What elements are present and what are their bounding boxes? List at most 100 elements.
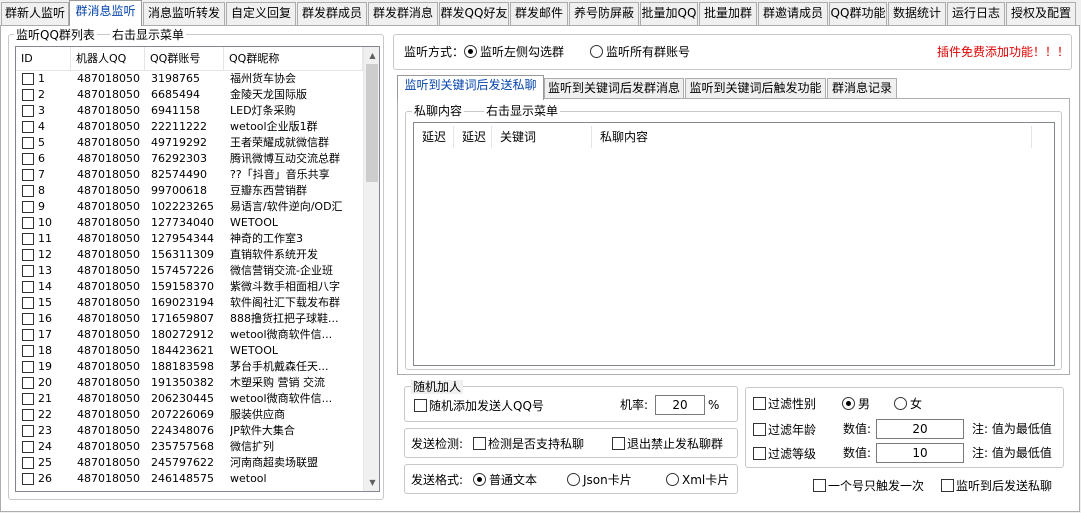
tab-mass-email[interactable]: 群发邮件 [510, 2, 568, 25]
table-row[interactable]: 15 487018050 169023194 软件阁社汇下载发布群 [16, 295, 363, 311]
row-checkbox[interactable] [22, 425, 34, 437]
exit-forbid-label[interactable]: 退出禁止发私聊群 [627, 436, 723, 452]
rate-input[interactable]: 20 [655, 395, 705, 415]
filter-level-checkbox[interactable] [753, 447, 766, 460]
tab-mass-group-messages[interactable]: 群发群消息 [368, 2, 438, 25]
check-support-checkbox[interactable] [473, 437, 486, 450]
table-row[interactable]: 13 487018050 157457226 微信营销交流-企业班 [16, 263, 363, 279]
row-checkbox[interactable] [22, 201, 34, 213]
row-checkbox[interactable] [22, 249, 34, 261]
row-checkbox[interactable] [22, 345, 34, 357]
row-checkbox[interactable] [22, 361, 34, 373]
male-label[interactable]: 男 [858, 396, 870, 412]
col-robot-qq[interactable]: 机器人QQ [71, 47, 145, 71]
tab-qq-group-functions[interactable]: QQ群功能 [829, 2, 887, 25]
row-checkbox[interactable] [22, 121, 34, 133]
tab-custom-reply[interactable]: 自定义回复 [226, 2, 296, 25]
kw-col-delay1[interactable]: 延迟 [414, 126, 454, 148]
male-radio[interactable] [842, 397, 855, 410]
row-checkbox[interactable] [22, 153, 34, 165]
send-after-listen-checkbox[interactable] [941, 479, 954, 492]
table-row[interactable]: 10 487018050 127734040 WETOOL [16, 215, 363, 231]
table-row[interactable]: 3 487018050 6941158 LED灯条采购 [16, 103, 363, 119]
tab-run-log[interactable]: 运行日志 [947, 2, 1005, 25]
filter-level-label[interactable]: 过滤等级 [768, 446, 816, 462]
filter-gender-checkbox[interactable] [753, 397, 766, 410]
scroll-up-arrow-icon[interactable]: ▲ [364, 47, 379, 64]
kw-col-delay2[interactable]: 延迟 [454, 126, 492, 148]
check-support-label[interactable]: 检测是否支持私聊 [488, 436, 584, 452]
col-group-name[interactable]: QQ群昵称 [224, 47, 363, 71]
mode-radio-all[interactable] [590, 45, 603, 58]
row-checkbox[interactable] [22, 217, 34, 229]
table-row[interactable]: 8 487018050 99700618 豆瓣东西营销群 [16, 183, 363, 199]
scroll-thumb[interactable] [366, 64, 378, 182]
mode-option2-label[interactable]: 监听所有群账号 [606, 44, 690, 60]
tab-batch-add-group[interactable]: 批量加群 [699, 2, 757, 25]
level-value-input[interactable]: 10 [876, 443, 964, 463]
table-row[interactable]: 9 487018050 102223265 易语言/软件逆向/OD汇 [16, 199, 363, 215]
table-row[interactable]: 6 487018050 76292303 腾讯微博互动交流总群 [16, 151, 363, 167]
table-row[interactable]: 7 487018050 82574490 ??「抖音」音乐共享 [16, 167, 363, 183]
table-row[interactable]: 20 487018050 191350382 木塑采购 营销 交流 [16, 375, 363, 391]
col-id[interactable]: ID [16, 47, 71, 71]
table-row[interactable]: 12 487018050 156311309 直销软件系统开发 [16, 247, 363, 263]
tab-statistics[interactable]: 数据统计 [888, 2, 946, 25]
format-text-radio[interactable] [473, 473, 486, 486]
format-xml-label[interactable]: Xml卡片 [682, 472, 729, 488]
female-label[interactable]: 女 [910, 396, 922, 412]
inner-tab-private[interactable]: 监听到关键词后发送私聊 [397, 75, 544, 100]
tab-mass-qq-friends[interactable]: 群发QQ好友 [439, 2, 509, 25]
tab-batch-add-qq[interactable]: 批量加QQ [640, 2, 698, 25]
table-row[interactable]: 26 487018050 246148575 wetool [16, 471, 363, 487]
inner-tab-trigger[interactable]: 监听到关键词后触发功能 [685, 78, 826, 99]
age-value-input[interactable]: 20 [876, 419, 964, 439]
row-checkbox[interactable] [22, 297, 34, 309]
table-row[interactable]: 24 487018050 235757568 微信扩列 [16, 439, 363, 455]
table-row[interactable]: 11 487018050 127954344 神奇的工作室3 [16, 231, 363, 247]
list-scrollbar[interactable]: ▲ ▼ [363, 47, 379, 491]
filter-age-label[interactable]: 过滤年龄 [768, 422, 816, 438]
mode-option1-label[interactable]: 监听左侧勾选群 [480, 44, 564, 60]
table-row[interactable]: 16 487018050 171659807 888撸货扛把子球鞋... [16, 311, 363, 327]
row-checkbox[interactable] [22, 281, 34, 293]
row-checkbox[interactable] [22, 73, 34, 85]
row-checkbox[interactable] [22, 409, 34, 421]
row-checkbox[interactable] [22, 457, 34, 469]
mode-radio-selected[interactable] [464, 45, 477, 58]
row-checkbox[interactable] [22, 473, 34, 485]
tab-auth-config[interactable]: 授权及配置 [1006, 2, 1076, 25]
table-row[interactable]: 14 487018050 159158370 紫微斗数手相面相八字 [16, 279, 363, 295]
table-row[interactable]: 23 487018050 224348076 JP软件大集合 [16, 423, 363, 439]
row-checkbox[interactable] [22, 89, 34, 101]
table-row[interactable]: 18 487018050 184423621 WETOOL [16, 343, 363, 359]
format-text-label[interactable]: 普通文本 [489, 472, 537, 488]
row-checkbox[interactable] [22, 137, 34, 149]
scroll-down-arrow-icon[interactable]: ▼ [364, 474, 379, 491]
send-after-listen-label[interactable]: 监听到后发送私聊 [956, 478, 1052, 494]
tab-message-forward[interactable]: 消息监听转发 [143, 2, 225, 25]
filter-age-checkbox[interactable] [753, 423, 766, 436]
table-row[interactable]: 22 487018050 207226069 服装供应商 [16, 407, 363, 423]
inner-tab-group-msg[interactable]: 监听到关键词后发群消息 [544, 78, 684, 99]
row-checkbox[interactable] [22, 393, 34, 405]
table-row[interactable]: 2 487018050 6685494 金陵天龙国际版 [16, 87, 363, 103]
table-row[interactable]: 4 487018050 22211222 wetool企业版1群 [16, 119, 363, 135]
female-radio[interactable] [894, 397, 907, 410]
tab-mass-group-members[interactable]: 群发群成员 [297, 2, 367, 25]
inner-tab-records[interactable]: 群消息记录 [827, 78, 897, 99]
table-row[interactable]: 5 487018050 49719292 王者荣耀成就微信群 [16, 135, 363, 151]
row-checkbox[interactable] [22, 265, 34, 277]
table-row[interactable]: 1 487018050 3198765 福州货车协会 [16, 71, 363, 87]
row-checkbox[interactable] [22, 441, 34, 453]
row-checkbox[interactable] [22, 105, 34, 117]
row-checkbox[interactable] [22, 329, 34, 341]
table-row[interactable]: 21 487018050 206230445 wetool微商软件信... [16, 391, 363, 407]
row-checkbox[interactable] [22, 185, 34, 197]
format-xml-radio[interactable] [666, 473, 679, 486]
table-row[interactable]: 19 487018050 188183598 茅台手机戴森任天... [16, 359, 363, 375]
promo-text[interactable]: 插件免费添加功能！！！ [937, 44, 1069, 60]
format-json-label[interactable]: Json卡片 [583, 472, 632, 488]
tab-group-message-listen[interactable]: 群消息监听 [69, 0, 142, 26]
filter-gender-label[interactable]: 过滤性别 [768, 396, 816, 412]
